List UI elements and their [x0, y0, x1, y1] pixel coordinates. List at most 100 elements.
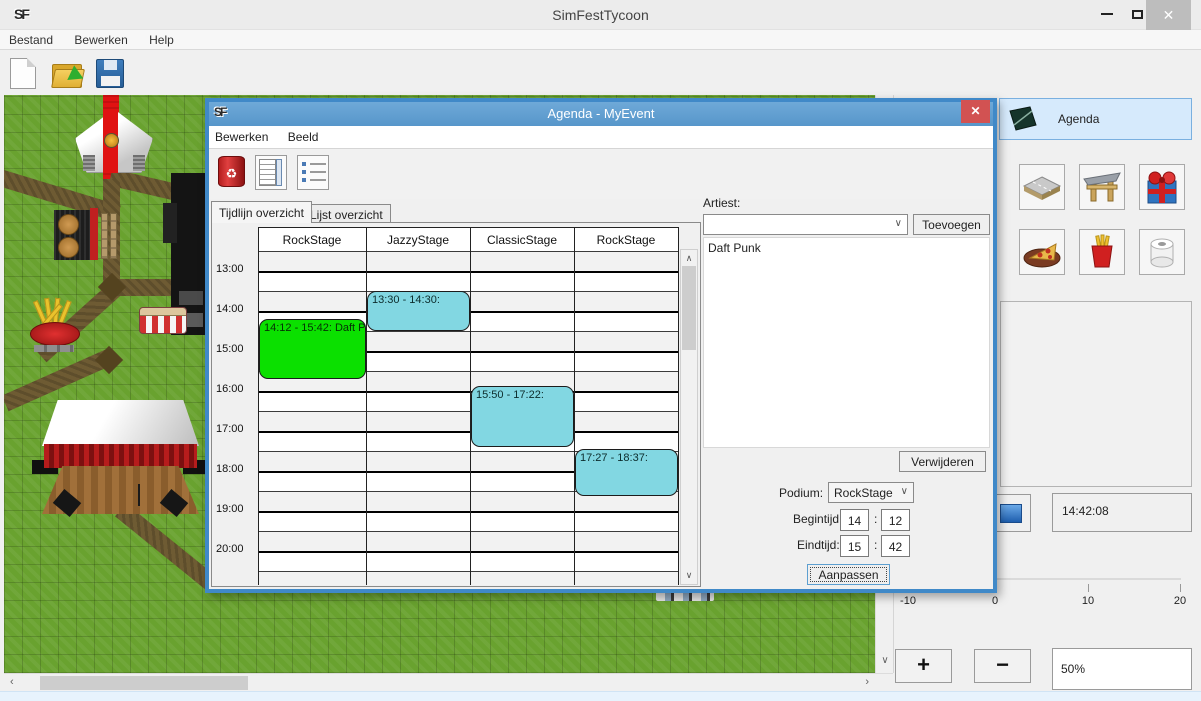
- schedule-grid[interactable]: 14:12 - 15:42: Daft Punk 13:30 - 14:30: …: [258, 251, 678, 585]
- column-header: RockStage: [574, 233, 678, 247]
- list-view-icon[interactable]: [297, 155, 329, 190]
- timeline-view-icon[interactable]: [255, 155, 287, 190]
- menu-bestand[interactable]: Bestand: [0, 30, 62, 47]
- artist-combobox[interactable]: ∨: [703, 214, 908, 235]
- add-artist-button[interactable]: Toevoegen: [913, 214, 990, 235]
- dialog-close-button[interactable]: ✕: [961, 100, 990, 123]
- white-tent[interactable]: [75, 109, 153, 173]
- schedule-event[interactable]: 13:30 - 14:30:: [367, 291, 470, 331]
- main-toolbar: [0, 50, 1201, 95]
- zoom-in-button[interactable]: +: [895, 649, 952, 683]
- artist-list-item[interactable]: Daft Punk: [708, 241, 989, 255]
- game-clock: 14:42:08: [1052, 493, 1192, 532]
- scroll-left-icon[interactable]: ‹: [10, 676, 14, 688]
- item-button-gate[interactable]: [1079, 164, 1125, 210]
- fries-icon: [1082, 234, 1122, 270]
- time-label: 17:00: [216, 423, 256, 435]
- time-label: 20:00: [216, 543, 256, 555]
- end-time-label: Eindtijd:: [797, 538, 840, 552]
- open-folder-icon[interactable]: [52, 60, 84, 88]
- start-minute-input[interactable]: 12: [881, 509, 910, 531]
- dialog-menubar: Bewerken Beeld: [209, 126, 993, 149]
- info-groupbox: [1000, 301, 1192, 487]
- grid-vertical-scrollbar[interactable]: ∧ ∨: [680, 249, 698, 585]
- new-document-icon[interactable]: [10, 58, 36, 89]
- grid-header: RockStage JazzyStage ClassicStage RockSt…: [258, 227, 678, 251]
- time-label: 19:00: [216, 503, 256, 515]
- end-hour-input[interactable]: 15: [840, 535, 869, 557]
- road-tile-icon: [1022, 169, 1062, 205]
- page-fold: [27, 58, 36, 67]
- slider-tick-label: -10: [893, 595, 923, 607]
- dialog-titlebar[interactable]: SF Agenda - MyEvent: [209, 102, 993, 126]
- tab-tijdlijn-overzicht[interactable]: Tijdlijn overzicht: [211, 201, 312, 223]
- tab-lijst-overzicht[interactable]: Lijst overzicht: [302, 204, 391, 223]
- scrollbar-thumb[interactable]: [40, 676, 248, 690]
- slider-tick-label: 20: [1165, 595, 1195, 607]
- time-label: 18:00: [216, 463, 256, 475]
- window-titlebar: SF SimFestTycoon ✕: [0, 0, 1201, 30]
- mic-stand: [138, 484, 140, 506]
- window-bottom-border: [0, 691, 1201, 701]
- time-label: 16:00: [216, 383, 256, 395]
- schedule-event[interactable]: 15:50 - 17:22:: [471, 386, 574, 447]
- podium-select-value: RockStage: [834, 486, 893, 500]
- main-menubar: Bestand Bewerken Help: [0, 30, 1201, 50]
- scroll-down-icon[interactable]: ∨: [681, 570, 697, 581]
- remove-button[interactable]: Verwijderen: [899, 451, 986, 472]
- burger-icon: [58, 214, 79, 235]
- dialog-menu-beeld[interactable]: Beeld: [282, 126, 329, 144]
- column-header: RockStage: [258, 233, 366, 247]
- timeline-panel: RockStage JazzyStage ClassicStage RockSt…: [211, 222, 701, 587]
- scroll-down-icon[interactable]: ∨: [876, 655, 894, 666]
- fries-stand[interactable]: [30, 298, 80, 348]
- item-button-toilet-roll[interactable]: [1139, 229, 1185, 275]
- dialog-menu-bewerken[interactable]: Bewerken: [209, 126, 278, 144]
- artist-label: Artiest:: [703, 196, 740, 210]
- zoom-level-display: 50%: [1052, 648, 1192, 690]
- item-button-road[interactable]: [1019, 164, 1065, 210]
- apply-button[interactable]: Aanpassen: [807, 564, 890, 585]
- start-hour-input[interactable]: 14: [840, 509, 869, 531]
- close-button[interactable]: ✕: [1146, 0, 1191, 30]
- podium-select[interactable]: RockStage ∨: [828, 482, 914, 503]
- dialog-toolbar: ♻: [209, 149, 993, 199]
- map-horizontal-scrollbar[interactable]: ‹ ›: [4, 673, 893, 691]
- scroll-right-icon[interactable]: ›: [865, 676, 869, 688]
- time-colon: :: [874, 512, 877, 526]
- striped-market-stand[interactable]: [139, 307, 187, 334]
- schedule-event[interactable]: 17:27 - 18:37:: [575, 449, 678, 496]
- time-label: 13:00: [216, 263, 256, 275]
- slider-tick-label: 10: [1073, 595, 1103, 607]
- time-colon: :: [874, 538, 877, 552]
- save-floppy-icon[interactable]: [96, 59, 124, 88]
- main-stage[interactable]: [42, 400, 199, 520]
- scroll-up-icon[interactable]: ∧: [681, 253, 697, 264]
- menu-help[interactable]: Help: [140, 30, 183, 47]
- artist-listbox[interactable]: Daft Punk: [703, 237, 990, 448]
- pizza-icon: [1022, 234, 1062, 270]
- start-time-label: Begintijd:: [793, 512, 842, 526]
- slider-tick-label: 0: [980, 595, 1010, 607]
- burger-icon: [58, 237, 79, 258]
- dialog-title: Agenda - MyEvent: [209, 106, 993, 121]
- item-button-gift[interactable]: [1139, 164, 1185, 210]
- play-pause-button[interactable]: [991, 494, 1031, 532]
- column-header: JazzyStage: [366, 233, 470, 247]
- minimize-button[interactable]: [1090, 0, 1124, 30]
- agenda-button[interactable]: Agenda: [999, 98, 1192, 140]
- item-button-fries[interactable]: [1079, 229, 1125, 275]
- agenda-dialog: SF Agenda - MyEvent ✕ Bewerken Beeld ♻ T…: [205, 98, 997, 593]
- item-button-pizza[interactable]: [1019, 229, 1065, 275]
- delete-trash-icon[interactable]: ♻: [218, 156, 245, 187]
- podium-label: Podium:: [779, 486, 823, 500]
- zoom-out-button[interactable]: −: [974, 649, 1031, 683]
- scrollbar-thumb[interactable]: [682, 266, 696, 350]
- chevron-down-icon: ∨: [895, 218, 902, 229]
- menu-bewerken[interactable]: Bewerken: [65, 30, 136, 47]
- agenda-button-label: Agenda: [1058, 112, 1099, 126]
- column-header: ClassicStage: [470, 233, 574, 247]
- end-minute-input[interactable]: 42: [881, 535, 910, 557]
- schedule-event[interactable]: 14:12 - 15:42: Daft Punk: [259, 319, 366, 379]
- notebook-icon: [1006, 105, 1040, 133]
